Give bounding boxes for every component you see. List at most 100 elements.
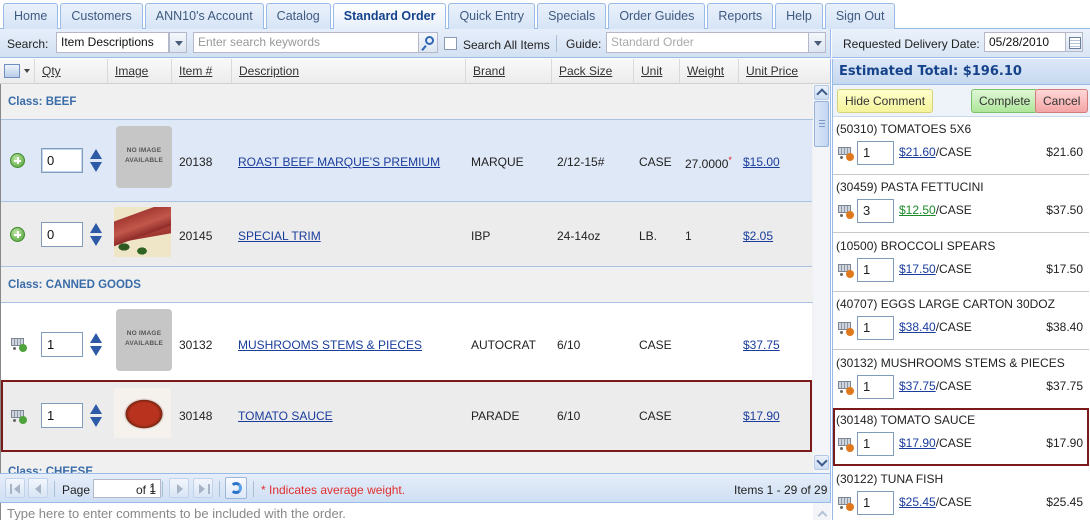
qty-spinner[interactable] — [90, 149, 102, 173]
item-description-link[interactable]: ROAST BEEF MARQUE'S PREMIUM — [238, 155, 440, 169]
comment-scroll-up-icon[interactable] — [813, 503, 831, 520]
search-all-items-checkbox[interactable] — [444, 37, 457, 50]
cancel-order-button[interactable]: Cancel — [1035, 89, 1089, 113]
unit-price-link[interactable]: $17.90 — [743, 409, 780, 423]
qty-spinner[interactable] — [90, 223, 102, 247]
order-item-price-link[interactable]: $17.50 — [899, 262, 936, 276]
item-description-link[interactable]: SPECIAL TRIM — [238, 229, 321, 243]
cart-add-icon[interactable] — [9, 336, 27, 352]
search-scope-select[interactable]: Item Descriptions — [56, 32, 169, 53]
table-row[interactable]: 0 20145 SPECIAL TRIM IBP 24-14oz LB. 1 $… — [1, 202, 812, 267]
order-item-price-link[interactable]: $25.45 — [899, 495, 936, 509]
column-header-pack-size[interactable]: Pack Size — [551, 59, 633, 84]
guide-select[interactable]: Standard Order — [606, 32, 809, 53]
column-header-unit[interactable]: Unit — [633, 59, 679, 84]
order-item-qty-input[interactable]: 1 — [857, 432, 894, 456]
column-header-qty[interactable]: Qty — [34, 59, 107, 84]
order-item: (30122) TUNA FISH 1 $25.45/CASE $25.45 — [833, 467, 1089, 520]
cart-remove-icon[interactable] — [836, 145, 854, 161]
first-page-icon[interactable] — [5, 478, 25, 498]
grid-scrollbar[interactable] — [813, 84, 831, 473]
item-description-link[interactable]: TOMATO SAUCE — [238, 409, 333, 423]
qty-input[interactable]: 0 — [41, 148, 83, 173]
qty-input[interactable]: 1 — [41, 332, 83, 357]
unit-price-link[interactable]: $15.00 — [743, 155, 780, 169]
table-row-selected[interactable]: 1 30148 TOMATO SAUCE PARADE 6/10 CASE $1… — [1, 380, 812, 452]
calendar-icon[interactable] — [1065, 32, 1083, 52]
item-unit: CASE — [639, 155, 672, 169]
item-weight: 27.0000* — [685, 155, 732, 171]
order-item-qty-input[interactable]: 1 — [857, 491, 894, 515]
order-item-qty-input[interactable]: 1 — [857, 375, 894, 399]
order-item-price-link[interactable]: $37.75 — [899, 379, 936, 393]
table-row[interactable]: 1 NO IMAGE AVAILABLE 30132 MUSHROOMS STEM… — [1, 303, 812, 385]
last-page-icon[interactable] — [193, 478, 213, 498]
tab-catalog[interactable]: Catalog — [265, 3, 331, 29]
hide-comment-button[interactable]: Hide Comment — [837, 89, 934, 113]
complete-order-button[interactable]: Complete — [971, 89, 1039, 113]
order-item-price-link[interactable]: $17.90 — [899, 436, 936, 450]
column-header-unit-price[interactable]: Unit Price — [738, 59, 806, 84]
tab-home[interactable]: Home — [3, 3, 59, 29]
tab-reports[interactable]: Reports — [707, 3, 774, 29]
item-pack-size: 6/10 — [557, 409, 581, 423]
order-item-qty-input[interactable]: 1 — [857, 141, 894, 165]
cart-remove-icon[interactable] — [836, 320, 854, 336]
cart-remove-icon[interactable] — [836, 379, 854, 395]
cart-remove-icon[interactable] — [836, 203, 854, 219]
unit-price-link[interactable]: $37.75 — [743, 338, 780, 352]
tab-sign-out[interactable]: Sign Out — [824, 3, 896, 29]
order-item-qty-input[interactable]: 1 — [857, 316, 894, 340]
search-scope-dropdown-icon[interactable] — [169, 32, 187, 53]
search-icon[interactable] — [418, 32, 438, 53]
grid-header: Qty Image Item # Description Brand Pack … — [0, 59, 831, 84]
product-grid: Class: BEEF 0 NO IMAGE AVAILABLE 20138 RO… — [0, 84, 813, 473]
add-circle-icon[interactable] — [10, 153, 25, 168]
tab-account[interactable]: ANN10's Account — [144, 3, 264, 29]
next-page-icon[interactable] — [169, 478, 189, 498]
unit-price-link[interactable]: $2.05 — [743, 229, 773, 243]
cart-remove-icon[interactable] — [836, 436, 854, 452]
tab-quick-entry[interactable]: Quick Entry — [448, 3, 536, 29]
add-circle-icon[interactable] — [10, 227, 25, 242]
order-item-name: (30122) TUNA FISH — [836, 472, 944, 486]
tab-customers[interactable]: Customers — [60, 3, 143, 29]
search-keywords-input[interactable]: Enter search keywords — [193, 32, 419, 53]
qty-input[interactable]: 1 — [41, 403, 83, 428]
order-comment-textarea[interactable]: Type here to enter comments to be includ… — [0, 503, 831, 520]
qty-input[interactable]: 0 — [41, 222, 83, 247]
order-item-price-link[interactable]: $21.60 — [899, 145, 936, 159]
order-item-qty-input[interactable]: 3 — [857, 199, 894, 223]
order-item-price-link[interactable]: $38.40 — [899, 320, 936, 334]
item-description-link[interactable]: MUSHROOMS STEMS & PIECES — [238, 338, 422, 352]
tab-standard-order[interactable]: Standard Order — [332, 3, 447, 30]
scroll-thumb[interactable] — [814, 101, 829, 147]
tab-list: Home Customers ANN10's Account Catalog S… — [3, 3, 896, 30]
order-item-special-price-link[interactable]: $12.50 — [899, 203, 936, 217]
tab-order-guides[interactable]: Order Guides — [608, 3, 706, 29]
cart-remove-icon[interactable] — [836, 262, 854, 278]
previous-page-icon[interactable] — [28, 478, 48, 498]
tab-specials[interactable]: Specials — [537, 3, 607, 29]
guide-dropdown-icon[interactable] — [808, 32, 826, 53]
product-image-tomato-sauce — [114, 388, 171, 438]
column-header-weight[interactable]: Weight — [679, 59, 738, 84]
tab-help[interactable]: Help — [775, 3, 823, 29]
delivery-date-input[interactable]: 05/28/2010 — [984, 32, 1066, 52]
scroll-down-icon[interactable] — [814, 455, 829, 470]
refresh-icon[interactable] — [225, 477, 247, 499]
column-header-item-number[interactable]: Item # — [171, 59, 231, 84]
qty-spinner[interactable] — [90, 404, 102, 428]
qty-spinner[interactable] — [90, 333, 102, 357]
table-row[interactable]: 0 NO IMAGE AVAILABLE 20138 ROAST BEEF MAR… — [1, 120, 812, 202]
column-header-description[interactable]: Description — [231, 59, 465, 84]
column-chooser-icon[interactable] — [4, 64, 30, 78]
column-header-brand[interactable]: Brand — [465, 59, 551, 84]
search-label: Search: — [7, 37, 49, 51]
column-header-image[interactable]: Image — [107, 59, 171, 84]
order-item-qty-input[interactable]: 1 — [857, 258, 894, 282]
order-item-name: (10500) BROCCOLI SPEARS — [836, 239, 996, 253]
cart-remove-icon[interactable] — [836, 495, 854, 511]
cart-add-icon[interactable] — [9, 408, 27, 424]
scroll-up-icon[interactable] — [814, 85, 829, 100]
